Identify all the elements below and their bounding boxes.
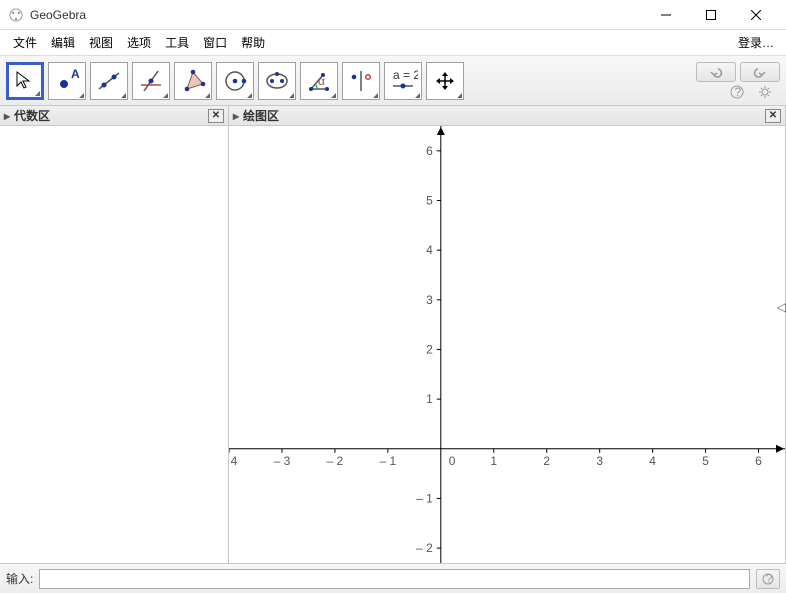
graphics-header[interactable]: ▸ 绘图区 ✕ (229, 106, 785, 126)
side-expand-icon[interactable]: ◁ (777, 300, 786, 314)
minimize-button[interactable] (643, 0, 688, 30)
graphics-close-icon[interactable]: ✕ (765, 109, 781, 123)
algebra-body[interactable] (0, 126, 228, 563)
tool-ellipse[interactable] (258, 62, 296, 100)
coordinate-axes: – 4 – 3 – 2 – 1 1 2 3 4 5 6 – 2 – 1 1 2 3 4 5 6 0 (229, 126, 785, 563)
svg-text:α: α (318, 74, 325, 88)
svg-text:6: 6 (426, 144, 433, 158)
svg-text:?: ? (735, 85, 742, 99)
svg-text:– 3: – 3 (274, 454, 291, 468)
tool-reflection[interactable] (342, 62, 380, 100)
svg-text:?: ? (766, 573, 773, 585)
tool-polygon[interactable] (174, 62, 212, 100)
input-label: 输入: (6, 570, 33, 587)
tool-perpendicular[interactable] (132, 62, 170, 100)
help-icon[interactable]: ? (730, 85, 744, 99)
workspace: ▸ 代数区 ✕ ▸ 绘图区 ✕ – 4 – 3 – 2 – 1 1 2 3 4 5 6 – 2 – 1… (0, 106, 786, 563)
window-controls (643, 0, 778, 30)
menu-edit[interactable]: 编辑 (44, 31, 82, 54)
window-title: GeoGebra (30, 8, 643, 22)
menu-file[interactable]: 文件 (6, 31, 44, 54)
maximize-button[interactable] (688, 0, 733, 30)
svg-text:6: 6 (755, 454, 762, 468)
input-field[interactable] (39, 569, 750, 589)
svg-text:A: A (71, 67, 80, 81)
graphics-panel: ▸ 绘图区 ✕ – 4 – 3 – 2 – 1 1 2 3 4 5 6 – 2 – 1 1 2 3 4 5 6 0 (229, 106, 786, 563)
svg-text:3: 3 (426, 293, 433, 307)
algebra-title: 代数区 (14, 107, 50, 124)
undo-button[interactable] (696, 62, 736, 82)
tool-move[interactable] (6, 62, 44, 100)
svg-text:4: 4 (649, 454, 656, 468)
collapse-icon: ▸ (233, 109, 239, 123)
login-link[interactable]: 登录… (732, 31, 780, 54)
app-icon (8, 7, 24, 23)
svg-text:1: 1 (426, 392, 433, 406)
settings-icon[interactable] (758, 85, 772, 99)
tool-line[interactable] (90, 62, 128, 100)
svg-text:2: 2 (426, 342, 433, 356)
svg-text:0: 0 (449, 454, 456, 468)
close-button[interactable] (733, 0, 778, 30)
svg-text:3: 3 (596, 454, 603, 468)
input-bar: 输入: ? (0, 563, 786, 593)
titlebar: GeoGebra (0, 0, 786, 30)
menubar: 文件 编辑 视图 选项 工具 窗口 帮助 登录… (0, 30, 786, 56)
menu-options[interactable]: 选项 (120, 31, 158, 54)
svg-text:4: 4 (426, 243, 433, 257)
svg-text:– 2: – 2 (416, 541, 433, 555)
tool-angle[interactable]: α (300, 62, 338, 100)
tool-circle[interactable] (216, 62, 254, 100)
graphics-canvas[interactable]: – 4 – 3 – 2 – 1 1 2 3 4 5 6 – 2 – 1 1 2 3 4 5 6 0 (229, 126, 785, 563)
toolbar: A α a = 2 ? (0, 56, 786, 106)
graphics-title: 绘图区 (243, 107, 279, 124)
svg-text:5: 5 (702, 454, 709, 468)
svg-text:a = 2: a = 2 (393, 68, 418, 82)
algebra-header[interactable]: ▸ 代数区 ✕ (0, 106, 228, 126)
menu-tools[interactable]: 工具 (158, 31, 196, 54)
svg-text:1: 1 (490, 454, 497, 468)
tool-move-view[interactable] (426, 62, 464, 100)
collapse-icon: ▸ (4, 109, 10, 123)
algebra-panel: ▸ 代数区 ✕ (0, 106, 229, 563)
menu-view[interactable]: 视图 (82, 31, 120, 54)
tool-point[interactable]: A (48, 62, 86, 100)
svg-text:5: 5 (426, 193, 433, 207)
input-help-icon[interactable]: ? (756, 569, 780, 589)
algebra-close-icon[interactable]: ✕ (208, 109, 224, 123)
svg-text:2: 2 (543, 454, 550, 468)
tool-slider[interactable]: a = 2 (384, 62, 422, 100)
svg-text:– 2: – 2 (327, 454, 344, 468)
menu-window[interactable]: 窗口 (196, 31, 234, 54)
svg-text:– 4: – 4 (229, 454, 238, 468)
redo-button[interactable] (740, 62, 780, 82)
svg-text:– 1: – 1 (416, 491, 433, 505)
menu-help[interactable]: 帮助 (234, 31, 272, 54)
svg-text:– 1: – 1 (380, 454, 397, 468)
